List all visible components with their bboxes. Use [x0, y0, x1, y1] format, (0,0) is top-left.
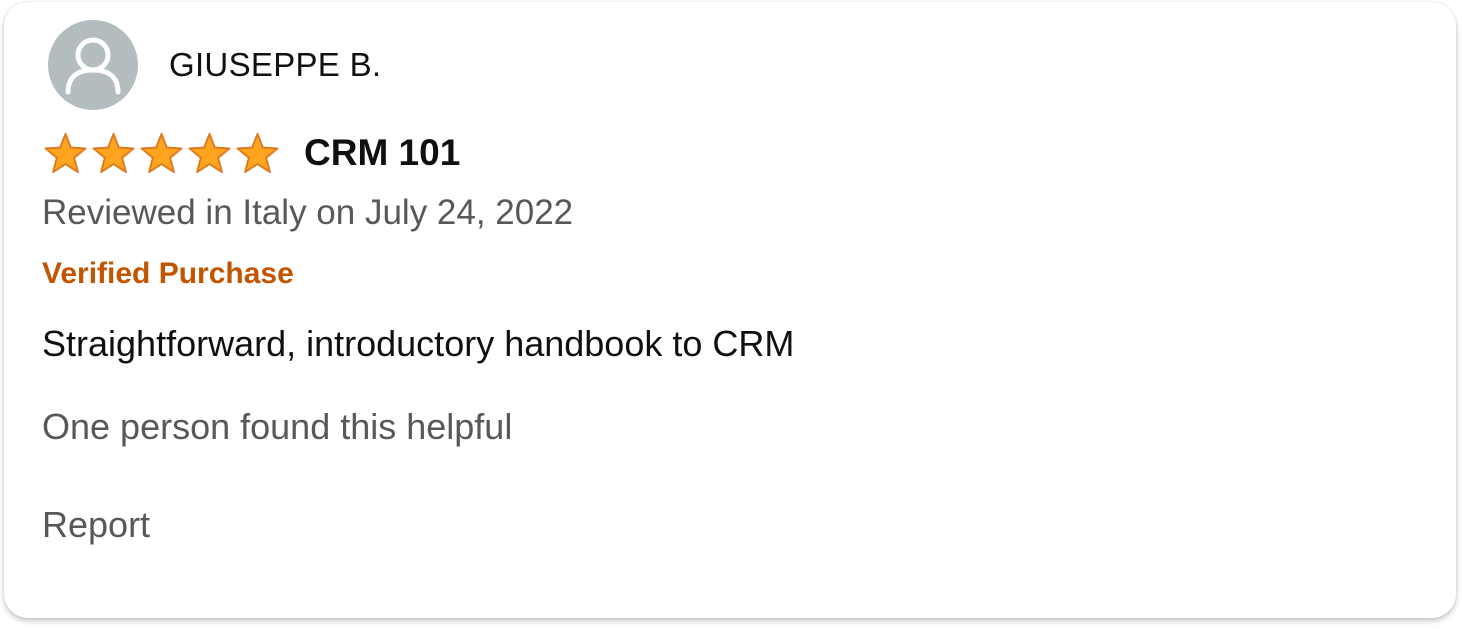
star-icon	[44, 132, 87, 173]
star-icon	[140, 132, 183, 173]
verified-purchase-badge: Verified Purchase	[42, 257, 294, 290]
report-link[interactable]: Report	[42, 504, 150, 546]
reviewer-name[interactable]: GIUSEPPE B.	[169, 46, 381, 84]
star-icon	[92, 132, 135, 173]
star-rating	[42, 131, 281, 177]
star-icon	[188, 132, 231, 173]
review-card: GIUSEPPE B. CRM 101 Reviewed in Italy on…	[4, 2, 1456, 618]
page: GIUSEPPE B. CRM 101 Reviewed in Italy on…	[0, 0, 1462, 629]
star-icon	[236, 132, 279, 173]
review-title[interactable]: CRM 101	[304, 132, 460, 174]
review-date: Reviewed in Italy on July 24, 2022	[42, 193, 574, 232]
user-placeholder-icon	[65, 37, 121, 95]
review-body: Straightforward, introductory handbook t…	[42, 323, 795, 364]
helpful-count: One person found this helpful	[42, 406, 513, 447]
avatar-user-icon	[48, 20, 138, 110]
